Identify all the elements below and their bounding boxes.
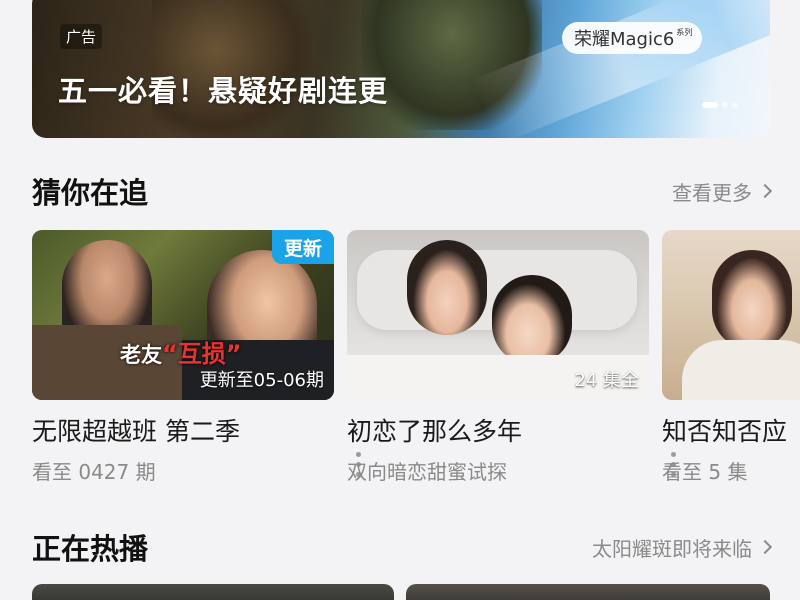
video-card[interactable]: 更新 老友“互损” 更新至05-06期 无限超越班 第二季 看至 0427 期 (32, 230, 361, 485)
promo-banner[interactable]: 广告 五一必看！悬疑好剧连更 荣耀Magic6 系列 (32, 0, 770, 138)
hot-link[interactable]: 太阳耀斑即将来临 (592, 533, 773, 562)
brand-badge: 荣耀Magic6 系列 (562, 22, 703, 54)
ad-label: 广告 (60, 24, 103, 49)
caption-quoted: “互损” (162, 340, 242, 368)
caption-prefix: 老友 (120, 343, 162, 367)
video-card[interactable]: 知否知否应 看至 5 集 (662, 230, 800, 485)
brand-suffix: 系列 (676, 27, 693, 37)
episode-status: 更新至05-06期 (199, 370, 324, 391)
video-title[interactable]: 初恋了那么多年 (347, 412, 649, 448)
video-thumbnail[interactable]: 更新 老友“互损” 更新至05-06期 (32, 230, 334, 400)
banner-title: 五一必看！悬疑好剧连更 (58, 74, 389, 108)
watch-progress: 看至 0427 期 (32, 460, 156, 484)
hot-link-label: 太阳耀斑即将来临 (592, 536, 752, 561)
chevron-right-icon (757, 183, 773, 199)
section-title: 正在热播 (32, 532, 149, 566)
carousel-dot-active (702, 102, 718, 108)
hot-thumbnail[interactable] (406, 584, 770, 600)
video-thumbnail[interactable] (662, 230, 800, 400)
carousel-indicator (702, 102, 738, 108)
carousel-dot (722, 102, 728, 108)
carousel-dot (732, 102, 738, 108)
see-more-link[interactable]: 查看更多 (672, 177, 773, 206)
thumbnail-person (492, 275, 572, 365)
video-tagline: 双向暗恋甜蜜试探 (347, 460, 507, 484)
chevron-right-icon (757, 539, 773, 555)
episode-status: 24 集全 (574, 370, 639, 391)
watch-progress: 看至 5 集 (662, 460, 748, 484)
section-title: 猜你在追 (32, 176, 149, 210)
thumbnail-clothing (682, 340, 800, 400)
thumbnail-person (407, 240, 487, 335)
section-header-following: 猜你在追 查看更多 (32, 170, 773, 212)
thumbnail-person (712, 250, 792, 350)
update-badge: 更新 (272, 230, 334, 264)
video-title[interactable]: 知否知否应 (662, 412, 800, 448)
hot-thumbnail[interactable] (32, 584, 394, 600)
thumbnail-caption: 老友“互损” (120, 334, 242, 369)
brand-text: 荣耀Magic6 (574, 29, 675, 50)
section-header-hot: 正在热播 太阳耀斑即将来临 (32, 526, 773, 568)
video-card[interactable]: 24 集全 初恋了那么多年 双向暗恋甜蜜试探 (347, 230, 676, 485)
video-title[interactable]: 无限超越班 第二季 (32, 412, 334, 448)
see-more-label: 查看更多 (672, 180, 752, 205)
video-thumbnail[interactable]: 24 集全 (347, 230, 649, 400)
